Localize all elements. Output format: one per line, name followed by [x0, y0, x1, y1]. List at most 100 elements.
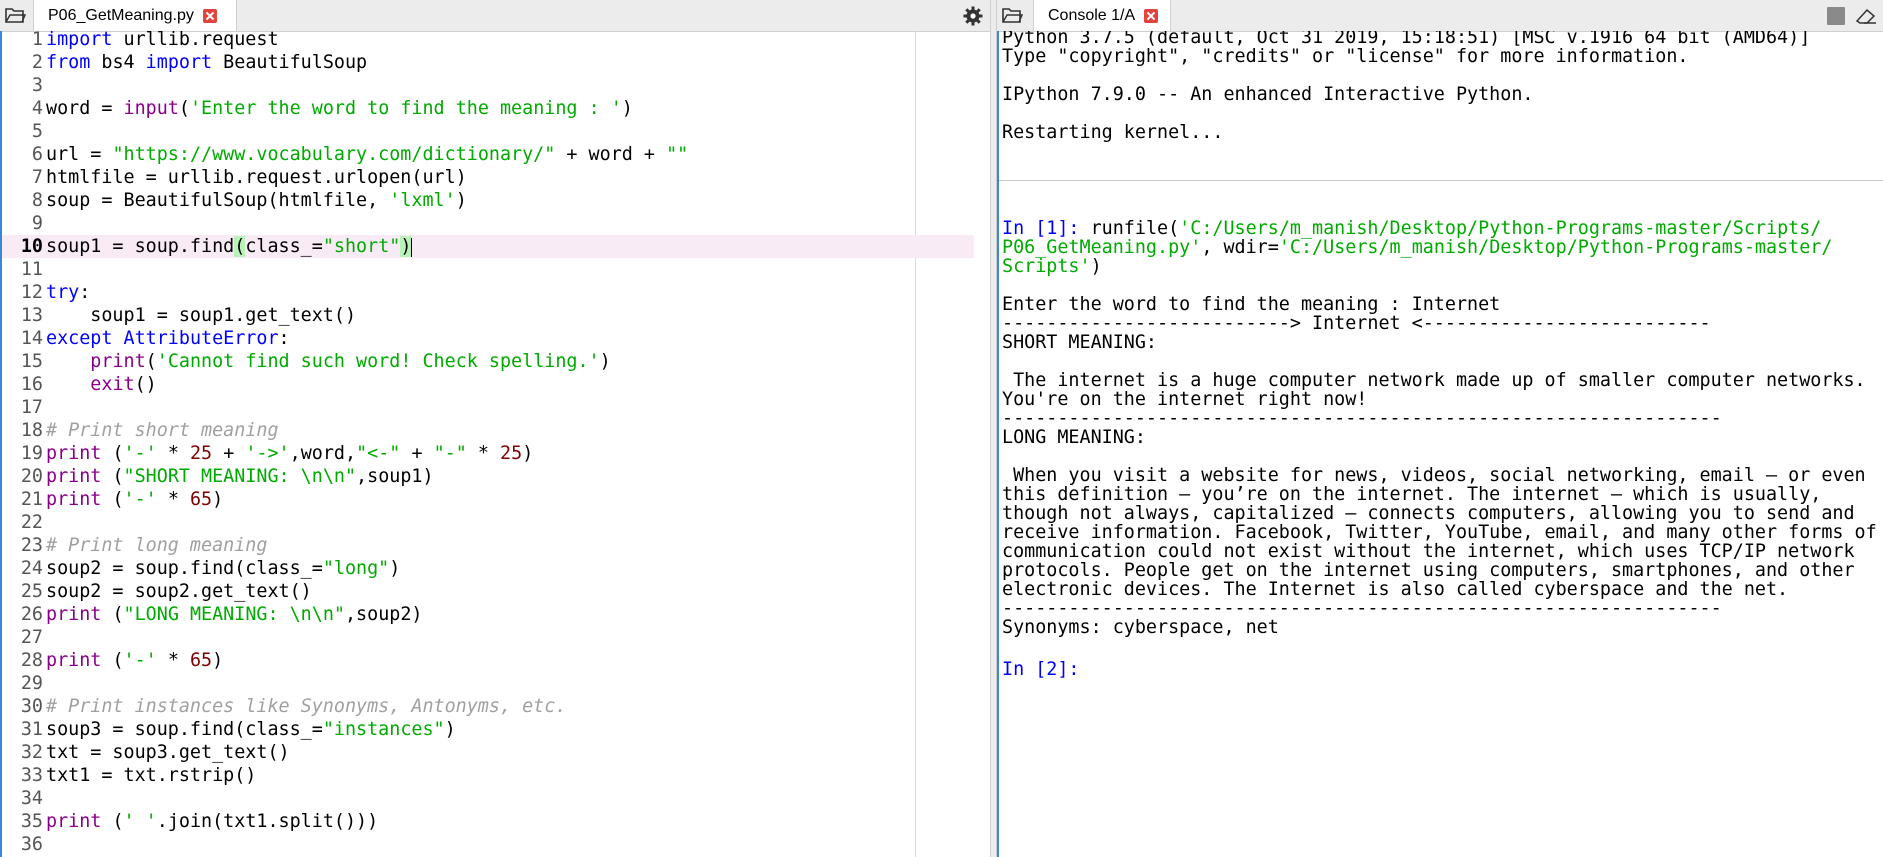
- line-number: 16: [20, 374, 43, 395]
- code-line[interactable]: 32 txt = soup3.get_text(): [2, 741, 974, 764]
- line-number: 35: [20, 811, 43, 832]
- line-number: 4: [31, 98, 43, 119]
- code-line[interactable]: 1 import urllib.request: [2, 31, 974, 51]
- line-number: 5: [31, 121, 43, 142]
- console-banner-line: IPython 7.9.0 -- An enhanced Interactive…: [1002, 84, 1534, 105]
- line-number: 23: [20, 535, 43, 556]
- code-line[interactable]: 25 soup2 = soup2.get_text(): [2, 580, 974, 603]
- code-text: print('Cannot find such word! Check spel…: [90, 351, 611, 372]
- code-text: from bs4 import BeautifulSoup: [46, 52, 368, 73]
- line-number: 14: [20, 328, 43, 349]
- line-number: 15: [20, 351, 43, 372]
- line-number: 18: [20, 420, 43, 441]
- line-number: 9: [31, 213, 43, 234]
- code-line[interactable]: 26 print ("LONG MEANING: \n\n",soup2): [2, 603, 974, 626]
- code-line[interactable]: 23 # Print long meaning: [2, 534, 974, 557]
- code-line[interactable]: 27: [2, 626, 974, 649]
- code-line[interactable]: 5: [2, 120, 974, 143]
- code-line[interactable]: 20 print ("SHORT MEANING: \n\n",soup1): [2, 465, 974, 488]
- line-number: 33: [20, 765, 43, 786]
- code-text: word = input('Enter the word to find the…: [46, 98, 633, 119]
- line-number: 6: [31, 144, 43, 165]
- code-text: import urllib.request: [46, 31, 279, 50]
- folder-icon[interactable]: [4, 5, 26, 25]
- line-number: 3: [31, 75, 43, 96]
- eraser-icon[interactable]: [1855, 7, 1877, 25]
- code-line[interactable]: 13 soup1 = soup1.get_text(): [2, 304, 974, 327]
- line-number: 17: [20, 397, 43, 418]
- code-text: print ("LONG MEANING: \n\n",soup2): [46, 604, 423, 625]
- editor-tabbar: P06_GetMeaning.py: [0, 0, 990, 32]
- pane-splitter[interactable]: [990, 0, 997, 857]
- code-line[interactable]: 18 # Print short meaning: [2, 419, 974, 442]
- line-number: 1: [31, 31, 43, 50]
- code-line[interactable]: 33 txt1 = txt.rstrip(): [2, 764, 974, 787]
- code-line[interactable]: 8 soup = BeautifulSoup(htmlfile, 'lxml'): [2, 189, 974, 212]
- code-text: soup2 = soup2.get_text(): [46, 581, 312, 602]
- code-line[interactable]: 2 from bs4 import BeautifulSoup: [2, 51, 974, 74]
- code-line[interactable]: 34: [2, 787, 974, 810]
- code-line[interactable]: 6 url = "https://www.vocabulary.com/dicti…: [2, 143, 974, 166]
- line-number: 19: [20, 443, 43, 464]
- line-number: 32: [20, 742, 43, 763]
- line-number: 2: [31, 52, 43, 73]
- code-line[interactable]: 16 exit(): [2, 373, 974, 396]
- tab-label: P06_GetMeaning.py: [48, 6, 194, 24]
- tab-console[interactable]: Console 1/A: [1033, 0, 1171, 31]
- code-text: print ('-' * 65): [46, 650, 224, 671]
- code-line[interactable]: 3: [2, 74, 974, 97]
- code-line[interactable]: 35 print (' '.join(txt1.split())): [2, 810, 974, 833]
- line-number: 20: [20, 466, 43, 487]
- console-separator: [999, 180, 1883, 181]
- console-output[interactable]: Python 3.7.5 (default, Oct 31 2019, 15:1…: [997, 31, 1883, 857]
- console-output-line: Synonyms: cyberspace, net: [1002, 617, 1279, 638]
- code-line[interactable]: 9: [2, 212, 974, 235]
- code-line[interactable]: 7 htmlfile = urllib.request.urlopen(url): [2, 166, 974, 189]
- folder-icon[interactable]: [1001, 5, 1023, 25]
- console-pane: Console 1/A Python 3.7.5 (default, Oct 3…: [997, 0, 1883, 857]
- code-text: url = "https://www.vocabulary.com/dictio…: [46, 144, 689, 165]
- code-line[interactable]: 4 word = input('Enter the word to find th…: [2, 97, 974, 120]
- close-icon[interactable]: [202, 8, 217, 23]
- line-number: 31: [20, 719, 43, 740]
- line-number: 25: [20, 581, 43, 602]
- code-line[interactable]: 15 print('Cannot find such word! Check s…: [2, 350, 974, 373]
- tab-p06-getmeaning[interactable]: P06_GetMeaning.py: [33, 0, 237, 31]
- code-text: soup1 = soup.find(class_="short"): [46, 236, 413, 257]
- code-line[interactable]: 12 try:: [2, 281, 974, 304]
- code-text: exit(): [90, 374, 157, 395]
- line-number: 13: [20, 305, 43, 326]
- console-input-2[interactable]: In [2]:: [1002, 658, 1080, 681]
- code-line[interactable]: 24 soup2 = soup.find(class_="long"): [2, 557, 974, 580]
- code-text: # Print long meaning: [46, 535, 268, 556]
- code-text: print ("SHORT MEANING: \n\n",soup1): [46, 466, 434, 487]
- code-line[interactable]: 28 print ('-' * 65): [2, 649, 974, 672]
- code-line[interactable]: 31 soup3 = soup.find(class_="instances"): [2, 718, 974, 741]
- code-line[interactable]: 21 print ('-' * 65): [2, 488, 974, 511]
- line-number: 34: [20, 788, 43, 809]
- code-line[interactable]: 17: [2, 396, 974, 419]
- stop-icon[interactable]: [1827, 7, 1845, 25]
- line-number: 21: [20, 489, 43, 510]
- console-input-1-cont: Scripts'): [1002, 256, 1102, 277]
- line-number: 7: [31, 167, 43, 188]
- code-line[interactable]: 22: [2, 511, 974, 534]
- code-text: try:: [46, 282, 91, 303]
- code-text: except AttributeError:: [46, 328, 290, 349]
- code-line[interactable]: 10 soup1 = soup.find(class_="short"): [2, 235, 974, 258]
- code-line[interactable]: 19 print ('-' * 25 + '->',word,"<-" + "-"…: [2, 442, 974, 465]
- code-line[interactable]: 14 except AttributeError:: [2, 327, 974, 350]
- console-output-line: LONG MEANING:: [1002, 427, 1146, 448]
- code-text: htmlfile = urllib.request.urlopen(url): [46, 167, 467, 188]
- code-text: print (' '.join(txt1.split())): [46, 811, 379, 832]
- code-line[interactable]: 29: [2, 672, 974, 695]
- code-line[interactable]: 30 # Print instances like Synonyms, Anton…: [2, 695, 974, 718]
- close-icon[interactable]: [1144, 8, 1159, 23]
- code-line[interactable]: 36: [2, 833, 974, 856]
- prompt-in-2: In [2]:: [1002, 659, 1080, 680]
- code-line[interactable]: 11: [2, 258, 974, 281]
- gear-icon[interactable]: [963, 6, 983, 26]
- code-editor[interactable]: 1 import urllib.request 2 from bs4 import B…: [0, 31, 990, 857]
- line-number: 30: [20, 696, 43, 717]
- code-text: txt1 = txt.rstrip(): [46, 765, 257, 786]
